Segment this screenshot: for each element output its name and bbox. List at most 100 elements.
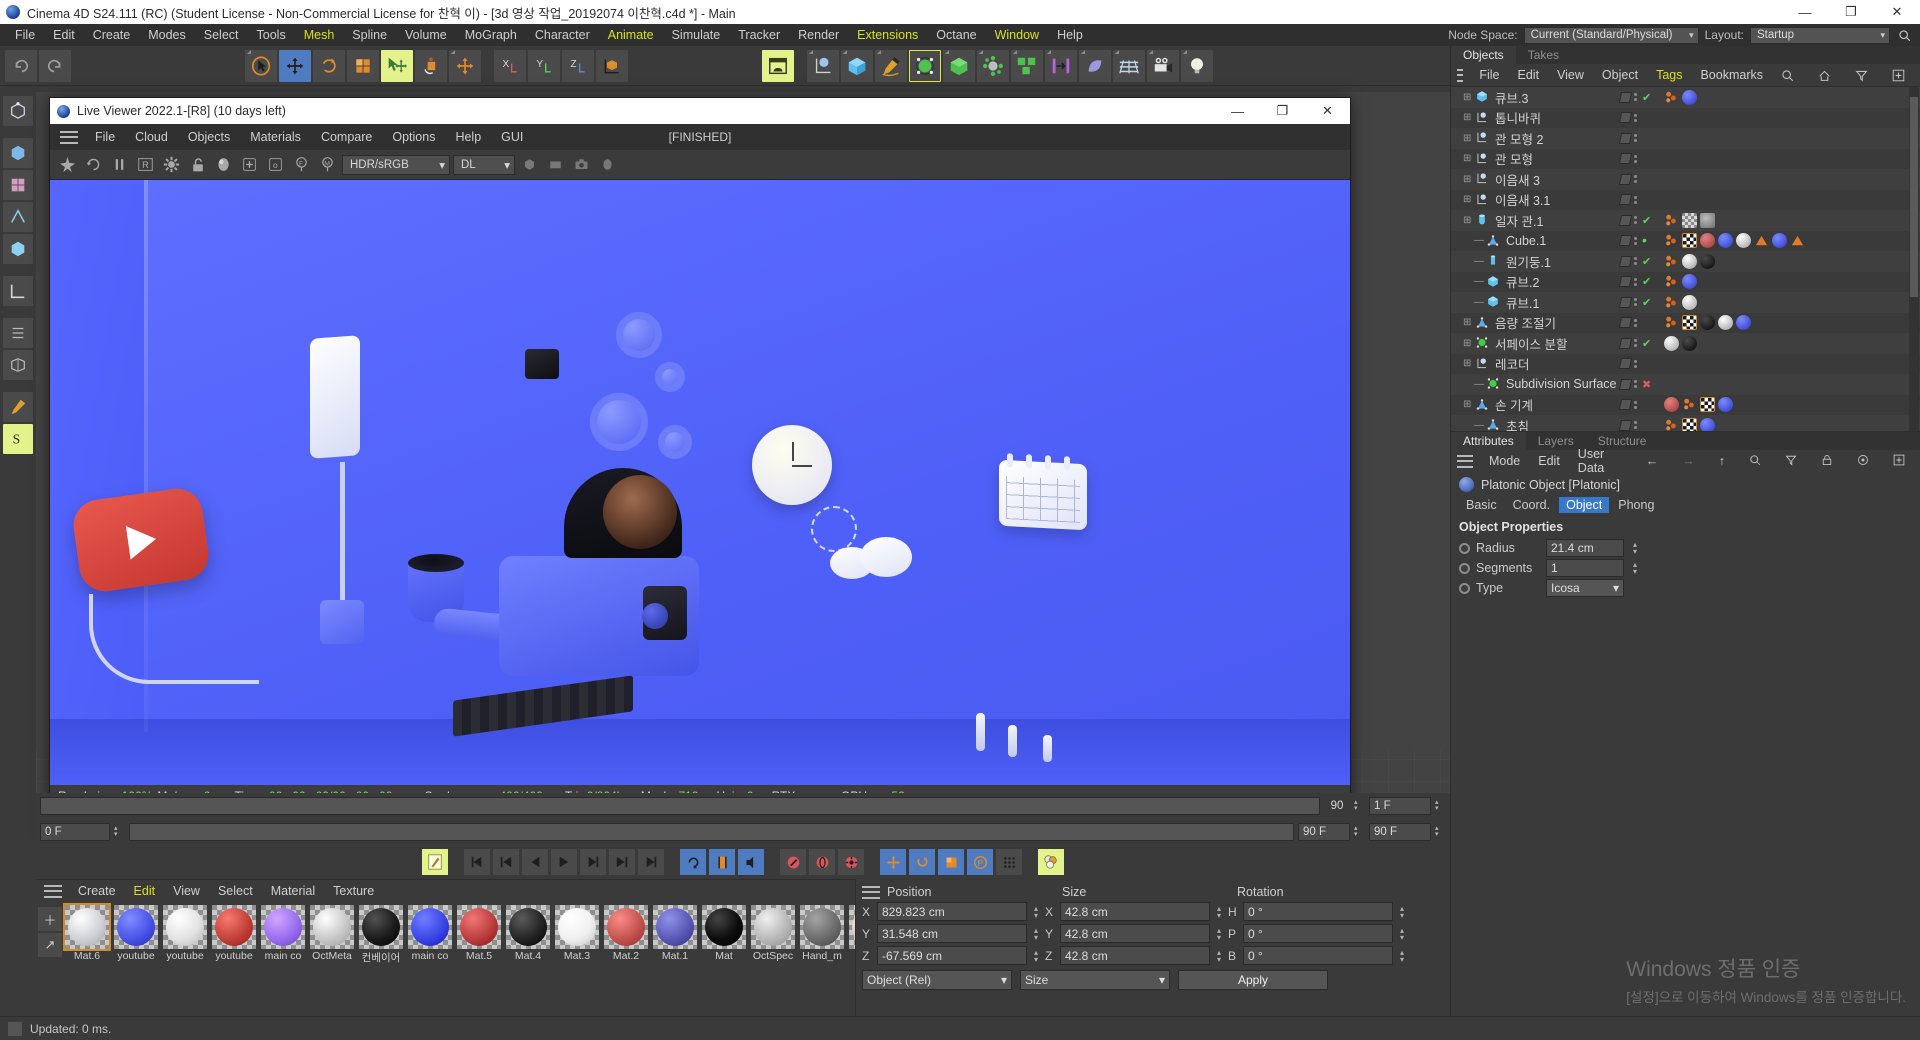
add-light-button[interactable] xyxy=(1181,49,1213,82)
visibility-toggle[interactable] xyxy=(1618,91,1633,103)
spinner-icon[interactable]: ▴ ▾ xyxy=(1630,541,1640,556)
add-material-button[interactable]: ＋ xyxy=(38,907,62,931)
tag-icon-octane[interactable] xyxy=(1664,90,1679,105)
tag-icon-deformer[interactable] xyxy=(1754,233,1769,248)
menu-item-mograph[interactable]: MoGraph xyxy=(456,24,526,46)
material-menu-material[interactable]: Material xyxy=(262,884,324,898)
visibility-dots-icon[interactable] xyxy=(1634,277,1639,286)
spinner-icon[interactable]: ▴ ▾ xyxy=(1214,948,1224,963)
visibility-toggle[interactable] xyxy=(1618,214,1633,226)
undo-button[interactable] xyxy=(5,49,37,82)
lv-menu-file[interactable]: File xyxy=(85,130,125,144)
key-scale-button[interactable] xyxy=(938,849,964,875)
material-swatch[interactable]: youtube xyxy=(112,905,160,965)
material-swatch[interactable]: Mat.3 xyxy=(553,905,601,965)
lv-menu-objects[interactable]: Objects xyxy=(178,130,240,144)
material-swatch[interactable]: Hand_m xyxy=(798,905,846,965)
coordinates-hamburger-icon[interactable] xyxy=(862,885,880,899)
add-camera-button[interactable] xyxy=(1147,49,1179,82)
object-row[interactable]: — 큐브.1 ✔ xyxy=(1451,292,1920,313)
menu-item-animate[interactable]: Animate xyxy=(599,24,663,46)
forward-arrow-icon[interactable]: → xyxy=(1673,454,1704,468)
timeline-slider-track[interactable] xyxy=(40,797,1320,815)
menu-item-render[interactable]: Render xyxy=(789,24,848,46)
twirl-toggle-icon[interactable]: — xyxy=(1474,379,1486,390)
timeline-frame-spinner-icon[interactable]: ▴ ▾ xyxy=(1435,799,1446,812)
menu-item-volume[interactable]: Volume xyxy=(396,24,456,46)
key-parameter-button[interactable]: P xyxy=(967,849,993,875)
apply-material-button[interactable]: ↗ xyxy=(38,933,62,957)
object-row[interactable]: ⊞ 서페이스 분할 ✔ xyxy=(1451,333,1920,354)
sound-playback-button[interactable] xyxy=(738,849,764,875)
filter-icon[interactable] xyxy=(1846,69,1877,82)
attribute-input[interactable]: 1 xyxy=(1546,559,1624,577)
material-swatch[interactable]: Mat.1 xyxy=(651,905,699,965)
attribute-radio[interactable] xyxy=(1459,562,1470,574)
position-input[interactable]: -67.569 cm xyxy=(877,946,1027,965)
tag-icon-material[interactable] xyxy=(1700,233,1715,249)
tool-octane-render[interactable]: S xyxy=(3,424,33,454)
go-to-end-button[interactable] xyxy=(638,849,664,875)
tag-icon-material[interactable] xyxy=(1772,233,1787,249)
object-row[interactable]: ⊞ 큐브.3 ✔ xyxy=(1451,87,1920,108)
twirl-toggle-icon[interactable]: ⊞ xyxy=(1463,153,1475,164)
visibility-toggle[interactable] xyxy=(1618,173,1633,185)
add-scene-object-button[interactable] xyxy=(1113,49,1145,82)
enabled-check-icon[interactable]: ✔ xyxy=(1642,296,1653,309)
visibility-dots-icon[interactable] xyxy=(1634,175,1639,184)
live-selection-tool[interactable] xyxy=(245,49,277,82)
tag-icon-material[interactable] xyxy=(1700,417,1715,431)
play-button[interactable] xyxy=(551,849,577,875)
material-swatch[interactable]: Mat.5 xyxy=(455,905,503,965)
twirl-toggle-icon[interactable]: ⊞ xyxy=(1463,317,1475,328)
disabled-x-icon[interactable]: ✖ xyxy=(1642,378,1653,391)
tag-icon-material[interactable] xyxy=(1682,274,1697,290)
key-position-button[interactable] xyxy=(880,849,906,875)
go-to-start-button[interactable] xyxy=(464,849,490,875)
visibility-dots-icon[interactable] xyxy=(1634,195,1639,204)
material-menu-edit[interactable]: Edit xyxy=(125,884,165,898)
frame-end-b-spinner-icon[interactable]: ▴ ▾ xyxy=(1435,825,1446,838)
twirl-toggle-icon[interactable]: ⊞ xyxy=(1463,92,1475,103)
lock-icon[interactable] xyxy=(1812,454,1842,468)
size-input[interactable]: 42.8 cm xyxy=(1060,946,1210,965)
visibility-toggle[interactable] xyxy=(1618,358,1633,370)
visibility-toggle[interactable] xyxy=(1618,296,1633,308)
om-menu-file[interactable]: File xyxy=(1470,68,1508,82)
close-button[interactable]: ✕ xyxy=(1874,0,1920,24)
spinner-icon[interactable]: ▴ ▾ xyxy=(1397,926,1407,941)
twirl-toggle-icon[interactable]: — xyxy=(1474,297,1486,308)
subtab-basic[interactable]: Basic xyxy=(1459,497,1504,513)
record-active-objects-button[interactable] xyxy=(422,849,448,875)
tag-icon-deformer[interactable] xyxy=(1790,233,1805,248)
material-menu-texture[interactable]: Texture xyxy=(324,884,383,898)
add-array-button[interactable] xyxy=(977,49,1009,82)
enabled-check-icon[interactable]: ✔ xyxy=(1642,255,1653,268)
refresh-icon[interactable] xyxy=(82,153,105,176)
material-swatch[interactable]: 컨베이어 xyxy=(357,905,405,965)
settings-gear-icon[interactable] xyxy=(160,153,183,176)
visibility-dots-icon[interactable] xyxy=(1634,113,1639,122)
material-swatch[interactable]: Mat.4 xyxy=(504,905,552,965)
visibility-toggle[interactable] xyxy=(1618,276,1633,288)
material-swatch[interactable]: youtube xyxy=(210,905,258,965)
live-viewer-maximize-button[interactable]: ❐ xyxy=(1260,98,1305,124)
twirl-toggle-icon[interactable]: — xyxy=(1474,276,1486,287)
om-menu-object[interactable]: Object xyxy=(1593,68,1647,82)
object-manager-hamburger-icon[interactable] xyxy=(1457,68,1464,82)
tag-icon-material[interactable] xyxy=(1700,253,1715,269)
enabled-check-icon[interactable]: ✔ xyxy=(1642,91,1653,104)
add-spline-pen-button[interactable] xyxy=(875,49,907,82)
object-row[interactable]: ⊞ 이음새 3.1 xyxy=(1451,190,1920,211)
rotate-tool[interactable] xyxy=(313,49,345,82)
frame-start-field[interactable]: 0 F xyxy=(40,823,110,841)
coordinate-mode-select[interactable]: Object (Rel) ▾ xyxy=(862,970,1012,990)
object-row[interactable]: ⊞ 이음새 3 xyxy=(1451,169,1920,190)
lock-x-axis-button[interactable]: X xyxy=(494,49,526,82)
om-menu-edit[interactable]: Edit xyxy=(1509,68,1549,82)
tag-icon-material[interactable] xyxy=(1682,294,1697,310)
search-icon[interactable] xyxy=(1772,69,1803,82)
add-deformer-button[interactable] xyxy=(943,49,975,82)
tag-icon-octane[interactable] xyxy=(1664,213,1679,228)
menu-item-select[interactable]: Select xyxy=(195,24,248,46)
